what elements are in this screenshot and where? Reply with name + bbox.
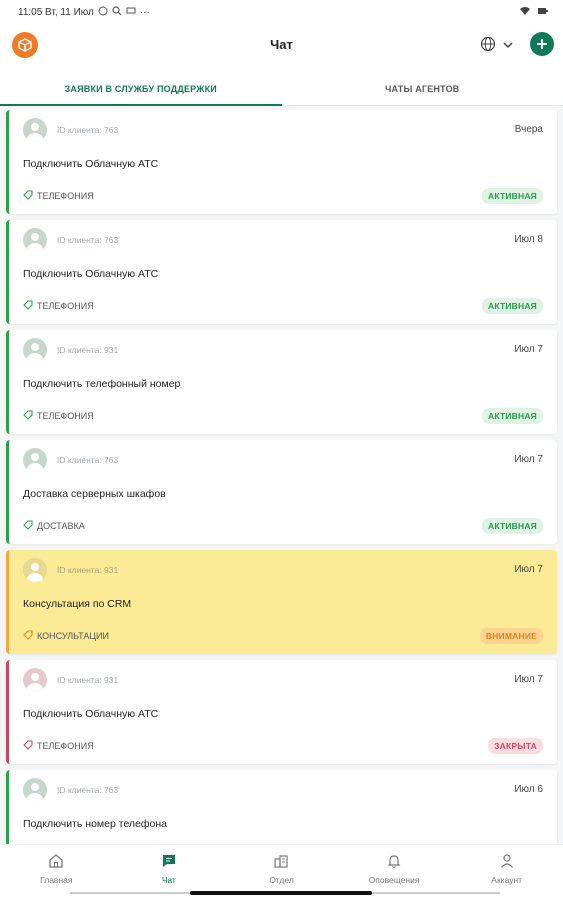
- status-badge: ЗАКРЫТА: [488, 738, 543, 754]
- ticket-date: Июл 8: [514, 234, 543, 245]
- tab-support-requests[interactable]: ЗАЯВКИ В СЛУЖБУ ПОДДЕРЖКИ: [0, 72, 282, 106]
- ticket-subject: Подключить Облачную АТС: [23, 708, 159, 720]
- ticket-subject: Подключить номер телефона: [23, 818, 168, 830]
- client-id: ID клиента: 931: [57, 675, 119, 685]
- client-id: ID клиента: 931: [57, 565, 119, 575]
- ticket-card[interactable]: ID клиента: 931 Июл 7 Подключить телефон…: [6, 330, 557, 434]
- search-status-icon: [112, 5, 122, 19]
- tag-icon: [23, 190, 33, 202]
- tag-icon: [23, 740, 33, 752]
- status-badge: ВНИМАНИЕ: [479, 628, 543, 644]
- app-bar: Чат: [0, 26, 563, 64]
- tag-label: ТЕЛЕФОНИЯ: [37, 301, 94, 311]
- avatar: [23, 338, 47, 362]
- nav-label: Главная: [40, 875, 73, 885]
- status-badge: АКТИВНАЯ: [482, 518, 543, 534]
- tab-label: ЗАЯВКИ В СЛУЖБУ ПОДДЕРЖКИ: [64, 83, 217, 94]
- ticket-tag: ТЕЛЕФОНИЯ: [23, 410, 94, 422]
- client-id: ID клиента: 931: [57, 345, 119, 355]
- battery-icon: [537, 6, 549, 19]
- ticket-tag: КОНСУЛЬТАЦИИ: [23, 630, 109, 642]
- tag-label: КОНСУЛЬТАЦИИ: [37, 631, 109, 641]
- building-icon: [273, 853, 289, 871]
- status-badge: АКТИВНАЯ: [482, 188, 543, 204]
- tab-label: ЧАТЫ АГЕНТОВ: [385, 83, 460, 94]
- whatsapp-icon: [98, 6, 108, 19]
- tag-icon: [23, 520, 33, 532]
- tab-bar: ЗАЯВКИ В СЛУЖБУ ПОДДЕРЖКИ ЧАТЫ АГЕНТОВ: [0, 72, 563, 106]
- client-id: ID клиента: 763: [57, 235, 119, 245]
- ticket-date: Июл 7: [514, 564, 543, 575]
- tag-label: ДОСТАВКА: [37, 521, 85, 531]
- avatar: [23, 118, 47, 142]
- home-icon: [48, 853, 64, 871]
- chat-icon: [161, 853, 177, 871]
- ticket-card[interactable]: ID клиента: 931 Июл 7 Подключить Облачну…: [6, 660, 557, 764]
- status-badge: АКТИВНАЯ: [482, 408, 543, 424]
- ticket-card[interactable]: ID клиента: 763 Вчера Подключить Облачну…: [6, 110, 557, 214]
- ticket-tag: ТЕЛЕФОНИЯ: [23, 740, 94, 752]
- tag-icon: [23, 410, 33, 422]
- ticket-date: Июл 6: [514, 784, 543, 795]
- ticket-subject: Подключить телефонный номер: [23, 378, 181, 390]
- avatar: [23, 558, 47, 582]
- chevron-down-icon: [502, 38, 514, 56]
- ticket-subject: Подключить Облачную АТС: [23, 268, 159, 280]
- avatar: [23, 448, 47, 472]
- status-badge: АКТИВНАЯ: [482, 298, 543, 314]
- avatar: [23, 668, 47, 692]
- ticket-tag: ТЕЛЕФОНИЯ: [23, 190, 94, 202]
- tag-icon: [23, 630, 33, 642]
- ticket-subject: Подключить Облачную АТС: [23, 158, 159, 170]
- ticket-card[interactable]: ID клиента: 931 Июл 7 Консультация по CR…: [6, 550, 557, 654]
- globe-icon: [480, 36, 496, 57]
- ticket-tag: ТЕЛЕФОНИЯ: [23, 300, 94, 312]
- ticket-date: Июл 7: [514, 674, 543, 685]
- nav-label: Чат: [161, 875, 176, 885]
- person-icon: [499, 853, 515, 871]
- tag-label: ТЕЛЕФОНИЯ: [37, 191, 94, 201]
- avatar: [23, 228, 47, 252]
- nav-label: Аккаунт: [491, 875, 523, 885]
- ticket-list: ID клиента: 763 Вчера Подключить Облачну…: [0, 106, 563, 844]
- ticket-card[interactable]: ID клиента: 763 Июл 6 Подключить номер т…: [6, 770, 557, 844]
- nav-label: Отдел: [269, 875, 294, 885]
- ticket-card[interactable]: ID клиента: 763 Июл 8 Подключить Облачну…: [6, 220, 557, 324]
- status-bar: 11:05 Вт, 11 Июл ···: [0, 0, 563, 24]
- client-id: ID клиента: 763: [57, 125, 119, 135]
- ticket-card[interactable]: ID клиента: 763 Июл 7 Доставка серверных…: [6, 440, 557, 544]
- status-more: ···: [139, 6, 150, 18]
- nav-label: Оповещения: [368, 875, 420, 885]
- ticket-subject: Доставка серверных шкафов: [23, 488, 166, 500]
- ticket-date: Июл 7: [514, 344, 543, 355]
- wifi-icon: [519, 6, 531, 19]
- add-button[interactable]: [530, 32, 554, 56]
- tag-label: ТЕЛЕФОНИЯ: [37, 741, 94, 751]
- tab-agent-chats[interactable]: ЧАТЫ АГЕНТОВ: [282, 72, 563, 105]
- ticket-date: Июл 7: [514, 454, 543, 465]
- client-id: ID клиента: 763: [57, 785, 119, 795]
- home-indicator[interactable]: [190, 891, 372, 895]
- client-id: ID клиента: 763: [57, 455, 119, 465]
- ticket-date: Вчера: [514, 124, 543, 135]
- language-selector[interactable]: [480, 36, 514, 57]
- page-title: Чат: [270, 37, 293, 52]
- tag-label: ТЕЛЕФОНИЯ: [37, 411, 94, 421]
- screen-icon: [126, 6, 136, 19]
- bell-icon: [386, 853, 402, 871]
- ticket-subject: Консультация по CRM: [23, 598, 132, 610]
- avatar: [23, 778, 47, 802]
- ticket-tag: ДОСТАВКА: [23, 520, 85, 532]
- tag-icon: [23, 300, 33, 312]
- status-time: 11:05 Вт, 11 Июл: [18, 6, 94, 18]
